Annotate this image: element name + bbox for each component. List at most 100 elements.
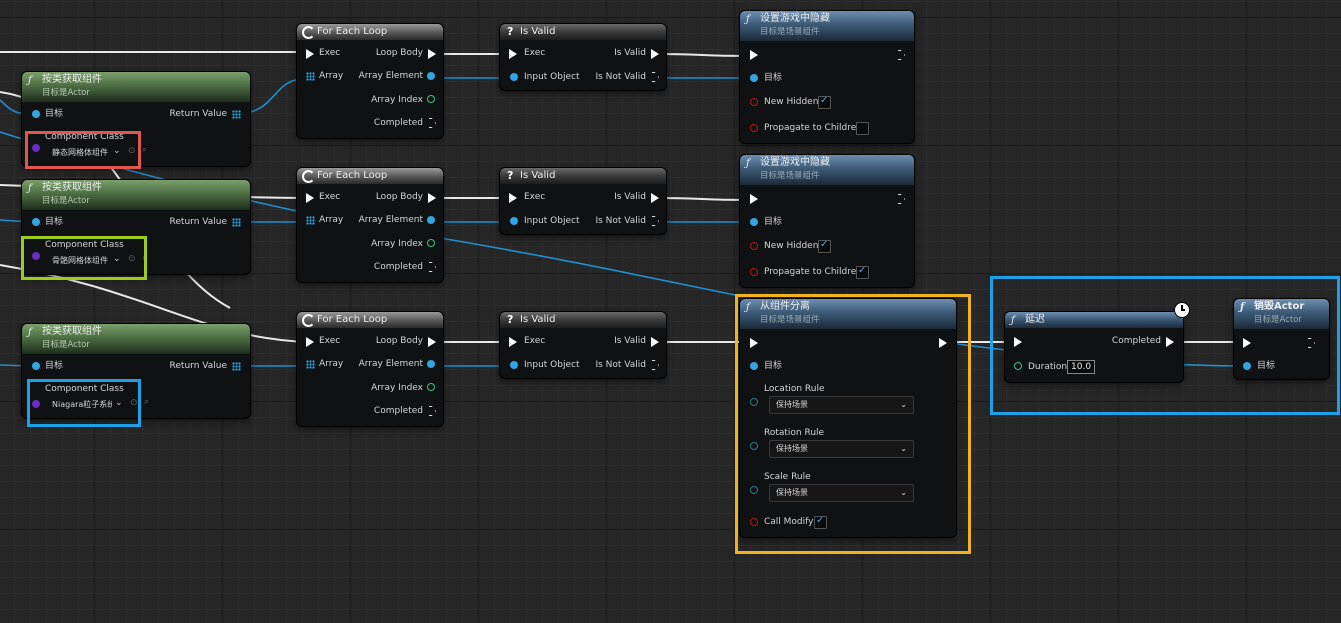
node-title: 从组件分离 — [760, 301, 810, 312]
for-each-loop-node-1[interactable]: For Each Loop Exec Loop Body Array Array… — [297, 24, 443, 138]
location-rule-pin[interactable] — [750, 398, 758, 406]
new-hidden-label: New Hidden — [764, 97, 819, 107]
use-selected-icon[interactable]: ⊙ — [130, 398, 138, 408]
get-component-node-2[interactable]: ƒ 按类获取组件 目标是Actor 目标 Return Value Compon… — [22, 180, 250, 274]
get-component-node-1[interactable]: ƒ 按类获取组件 目标是Actor 目标 Return Value Compon… — [22, 72, 250, 166]
chevron-down-icon[interactable]: ⌄ — [115, 398, 123, 408]
scale-rule-pin[interactable] — [750, 486, 758, 494]
completed-pin[interactable] — [429, 262, 436, 272]
return-value-pin[interactable] — [232, 110, 241, 119]
is-valid-pin[interactable] — [651, 49, 659, 59]
exec-out-pin[interactable] — [898, 194, 905, 204]
propagate-pin[interactable] — [750, 268, 758, 276]
exec-in-pin[interactable] — [1014, 337, 1022, 347]
exec-in-pin[interactable] — [1243, 338, 1251, 348]
delay-node[interactable]: ƒ 延迟 Completed Duration 10.0 — [1005, 312, 1183, 382]
propagate-checkbox[interactable] — [856, 265, 869, 279]
exec-in-pin[interactable] — [750, 338, 758, 348]
exec-in-pin[interactable] — [509, 337, 517, 347]
array-element-pin[interactable] — [427, 72, 435, 80]
input-object-pin[interactable] — [510, 217, 518, 225]
destroy-actor-node[interactable]: ƒ 销毁Actor 目标是Actor 目标 — [1234, 299, 1329, 379]
browse-search-icon[interactable]: ⌕ — [142, 253, 147, 263]
node-subtitle: 目标是场景组件 — [760, 171, 820, 181]
new-hidden-checkbox[interactable] — [818, 239, 831, 253]
use-selected-icon[interactable]: ⊙ — [128, 146, 136, 156]
target-pin[interactable] — [750, 218, 758, 226]
duration-pin[interactable] — [1014, 362, 1022, 370]
chevron-down-icon[interactable]: ⌄ — [113, 146, 121, 156]
array-index-pin[interactable] — [427, 95, 435, 103]
completed-pin[interactable] — [1166, 337, 1174, 347]
is-valid-node-2[interactable]: ? Is Valid Exec Is Valid Input Object Is … — [500, 168, 666, 234]
is-not-valid-pin[interactable] — [652, 360, 659, 370]
browse-search-icon[interactable]: ⌕ — [144, 397, 149, 407]
call-modify-checkbox[interactable] — [814, 515, 827, 529]
target-pin[interactable] — [1243, 362, 1251, 370]
completed-pin[interactable] — [429, 118, 436, 128]
array-element-pin[interactable] — [427, 360, 435, 368]
loop-body-pin[interactable] — [428, 337, 436, 347]
exec-in-pin[interactable] — [306, 193, 314, 203]
exec-out-pin[interactable] — [898, 50, 905, 60]
rotation-rule-dropdown[interactable]: 保持场景 ⌄ — [769, 440, 914, 458]
get-component-node-3[interactable]: ƒ 按类获取组件 目标是Actor 目标 Return Value Compon… — [22, 324, 250, 418]
array-element-pin[interactable] — [427, 216, 435, 224]
exec-in-pin[interactable] — [750, 50, 758, 60]
exec-in-pin[interactable] — [306, 49, 314, 59]
return-value-pin[interactable] — [232, 218, 241, 227]
propagate-pin[interactable] — [750, 124, 758, 132]
input-object-pin[interactable] — [510, 73, 518, 81]
target-pin[interactable] — [32, 110, 40, 118]
target-pin[interactable] — [750, 74, 758, 82]
new-hidden-pin[interactable] — [750, 242, 758, 250]
target-pin[interactable] — [32, 218, 40, 226]
location-rule-dropdown[interactable]: 保持场景 ⌄ — [769, 396, 914, 414]
class-pin[interactable] — [32, 400, 40, 408]
exec-in-pin[interactable] — [509, 193, 517, 203]
set-hidden-in-game-node-1[interactable]: ƒ 设置游戏中隐藏 目标是场景组件 目标 New Hidden Propagat… — [740, 11, 914, 143]
loop-body-pin[interactable] — [428, 193, 436, 203]
browse-search-icon[interactable]: ⌕ — [142, 145, 147, 155]
propagate-checkbox[interactable] — [856, 122, 869, 135]
call-modify-pin[interactable] — [750, 518, 758, 526]
new-hidden-checkbox[interactable] — [818, 95, 831, 109]
for-each-loop-node-3[interactable]: For Each Loop Exec Loop Body Array Array… — [297, 312, 443, 426]
rotation-rule-pin[interactable] — [750, 442, 758, 450]
is-valid-pin[interactable] — [651, 193, 659, 203]
array-index-pin[interactable] — [427, 239, 435, 247]
scale-rule-dropdown[interactable]: 保持场景 ⌄ — [769, 484, 914, 502]
exec-in-pin[interactable] — [750, 194, 758, 204]
detach-from-component-node[interactable]: ƒ 从组件分离 目标是场景组件 目标 Location Rule 保持场景 ⌄ R… — [740, 299, 956, 537]
class-pin[interactable] — [32, 144, 40, 152]
is-not-valid-pin[interactable] — [652, 72, 659, 82]
component-class-select[interactable]: Niagara粒子系统 — [52, 399, 112, 410]
is-not-valid-pin[interactable] — [652, 216, 659, 226]
component-class-select[interactable]: 骨骼网格体组件 — [52, 255, 108, 266]
array-pin[interactable] — [306, 360, 315, 369]
chevron-down-icon[interactable]: ⌄ — [113, 254, 121, 264]
exec-in-pin[interactable] — [509, 49, 517, 59]
is-valid-pin[interactable] — [651, 337, 659, 347]
exec-in-pin[interactable] — [306, 337, 314, 347]
new-hidden-pin[interactable] — [750, 98, 758, 106]
exec-out-pin[interactable] — [939, 338, 947, 348]
completed-pin[interactable] — [429, 406, 436, 416]
set-hidden-in-game-node-2[interactable]: ƒ 设置游戏中隐藏 目标是场景组件 目标 New Hidden Propagat… — [740, 155, 914, 287]
array-pin[interactable] — [306, 72, 315, 81]
target-pin[interactable] — [750, 362, 758, 370]
is-valid-node-1[interactable]: ? Is Valid Exec Is Valid Input Object Is … — [500, 24, 666, 90]
return-value-pin[interactable] — [232, 362, 241, 371]
component-class-select[interactable]: 静态网格体组件 — [52, 147, 108, 158]
array-index-pin[interactable] — [427, 383, 435, 391]
loop-body-pin[interactable] — [428, 49, 436, 59]
exec-out-pin[interactable] — [1308, 338, 1315, 348]
class-pin[interactable] — [32, 252, 40, 260]
input-object-pin[interactable] — [510, 361, 518, 369]
is-valid-node-3[interactable]: ? Is Valid Exec Is Valid Input Object Is … — [500, 312, 666, 378]
duration-input[interactable]: 10.0 — [1067, 360, 1096, 374]
target-pin[interactable] — [32, 362, 40, 370]
array-pin[interactable] — [306, 216, 315, 225]
use-selected-icon[interactable]: ⊙ — [128, 254, 136, 264]
for-each-loop-node-2[interactable]: For Each Loop Exec Loop Body Array Array… — [297, 168, 443, 282]
